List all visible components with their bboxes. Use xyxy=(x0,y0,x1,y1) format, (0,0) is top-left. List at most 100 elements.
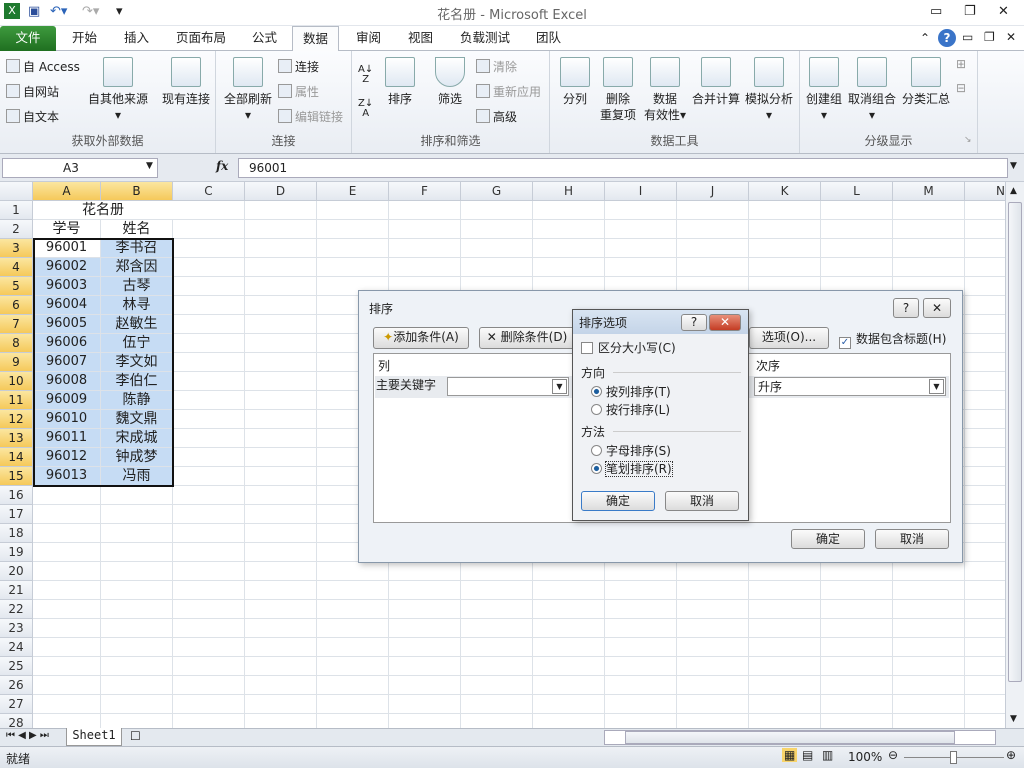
stroke-order-radio[interactable]: 笔划排序(R) xyxy=(591,460,673,477)
data-cell[interactable]: 钟成梦 xyxy=(101,448,173,467)
hide-detail-icon[interactable]: ⊟ xyxy=(956,81,966,95)
existing-connections-button[interactable]: 现有连接 xyxy=(158,57,214,107)
cell[interactable] xyxy=(245,372,317,391)
cell[interactable] xyxy=(461,581,533,600)
cell[interactable] xyxy=(965,581,1005,600)
cell[interactable] xyxy=(173,486,245,505)
cell[interactable] xyxy=(893,258,965,277)
cell[interactable] xyxy=(533,619,605,638)
cell[interactable] xyxy=(389,619,461,638)
restore-icon[interactable]: ❐ xyxy=(964,4,976,19)
data-cell[interactable]: 96009 xyxy=(33,391,101,410)
cell[interactable] xyxy=(33,562,101,581)
sort-by-row-radio[interactable]: 按行排序(L) xyxy=(591,401,670,418)
cell[interactable] xyxy=(461,714,533,728)
cell[interactable] xyxy=(821,220,893,239)
cell[interactable] xyxy=(965,220,1005,239)
cell[interactable] xyxy=(821,600,893,619)
data-cell[interactable]: 96004 xyxy=(33,296,101,315)
cell[interactable] xyxy=(101,562,173,581)
cell[interactable] xyxy=(677,619,749,638)
cell[interactable] xyxy=(317,600,389,619)
cell[interactable] xyxy=(245,600,317,619)
data-validation-button[interactable]: 数据 有效性▾ xyxy=(640,57,690,123)
column-header[interactable]: A xyxy=(33,182,101,201)
cell[interactable] xyxy=(605,581,677,600)
normal-view-icon[interactable]: ▦ xyxy=(782,748,798,762)
cell[interactable] xyxy=(245,619,317,638)
name-box-dropdown-icon[interactable]: ▼ xyxy=(146,161,153,171)
data-cell[interactable]: 96002 xyxy=(33,258,101,277)
row-header[interactable]: 24 xyxy=(0,638,33,657)
cell[interactable] xyxy=(389,714,461,728)
cell[interactable] xyxy=(677,220,749,239)
sort-asc-button[interactable]: A↓ Z xyxy=(358,65,373,85)
cell[interactable] xyxy=(33,714,101,728)
subtotal-button[interactable]: 分类汇总 xyxy=(900,57,952,107)
column-header[interactable]: C xyxy=(173,182,245,201)
data-cell[interactable]: 96013 xyxy=(33,467,101,486)
cell[interactable] xyxy=(533,562,605,581)
cell[interactable] xyxy=(749,220,821,239)
cell[interactable] xyxy=(317,239,389,258)
cell[interactable] xyxy=(749,638,821,657)
cell[interactable] xyxy=(965,334,1005,353)
cell[interactable] xyxy=(965,714,1005,728)
cell[interactable] xyxy=(245,353,317,372)
cell[interactable] xyxy=(173,600,245,619)
sheet-title-cell[interactable]: 花名册 xyxy=(33,201,173,220)
tab-view[interactable]: 视图 xyxy=(398,26,443,51)
scroll-down-icon[interactable]: ▼ xyxy=(1010,714,1017,724)
cell[interactable] xyxy=(173,695,245,714)
cell[interactable] xyxy=(461,239,533,258)
cell[interactable] xyxy=(317,258,389,277)
data-cell[interactable]: 96007 xyxy=(33,353,101,372)
row-header[interactable]: 11 xyxy=(0,391,33,410)
data-cell[interactable]: 96010 xyxy=(33,410,101,429)
cell[interactable] xyxy=(821,638,893,657)
cell[interactable] xyxy=(33,600,101,619)
data-cell[interactable]: 郑含因 xyxy=(101,258,173,277)
cell[interactable] xyxy=(893,695,965,714)
cell[interactable] xyxy=(173,505,245,524)
zoom-out-icon[interactable]: ⊖ xyxy=(888,748,898,762)
data-cell[interactable]: 96012 xyxy=(33,448,101,467)
column-header[interactable]: F xyxy=(389,182,461,201)
cell[interactable] xyxy=(965,429,1005,448)
cell[interactable] xyxy=(245,467,317,486)
cell[interactable] xyxy=(245,638,317,657)
cell[interactable] xyxy=(749,562,821,581)
cell[interactable] xyxy=(461,562,533,581)
data-cell[interactable]: 李伯仁 xyxy=(101,372,173,391)
cell[interactable] xyxy=(245,486,317,505)
tab-team[interactable]: 团队 xyxy=(526,26,571,51)
other-sources-button[interactable]: 自其他来源 ▾ xyxy=(86,57,150,123)
zoom-slider-thumb[interactable] xyxy=(950,751,957,764)
cell[interactable] xyxy=(317,581,389,600)
cell[interactable] xyxy=(965,258,1005,277)
cell[interactable] xyxy=(101,600,173,619)
cell[interactable] xyxy=(389,239,461,258)
header-cell[interactable]: 学号 xyxy=(33,220,101,239)
cell[interactable] xyxy=(965,543,1005,562)
cell[interactable] xyxy=(461,258,533,277)
cell[interactable] xyxy=(893,239,965,258)
tab-file[interactable]: 文件 xyxy=(0,26,56,51)
cell[interactable] xyxy=(749,676,821,695)
cell[interactable] xyxy=(461,638,533,657)
row-header[interactable]: 14 xyxy=(0,448,33,467)
primary-key-select[interactable]: ▼ xyxy=(447,377,569,396)
vertical-scrollbar[interactable]: ▲ ▼ xyxy=(1005,182,1024,728)
cell[interactable] xyxy=(461,657,533,676)
column-header[interactable]: L xyxy=(821,182,893,201)
sheet-nav-icon[interactable]: ⏮ ◀ ▶ ⏭ xyxy=(6,730,49,741)
cell[interactable] xyxy=(893,619,965,638)
cell[interactable] xyxy=(33,695,101,714)
cell[interactable] xyxy=(677,239,749,258)
column-header[interactable]: I xyxy=(605,182,677,201)
column-header[interactable]: H xyxy=(533,182,605,201)
from-text-button[interactable]: 自文本 xyxy=(6,109,59,125)
cell[interactable] xyxy=(173,239,245,258)
cell[interactable] xyxy=(893,581,965,600)
page-layout-view-icon[interactable]: ▤ xyxy=(802,748,813,762)
